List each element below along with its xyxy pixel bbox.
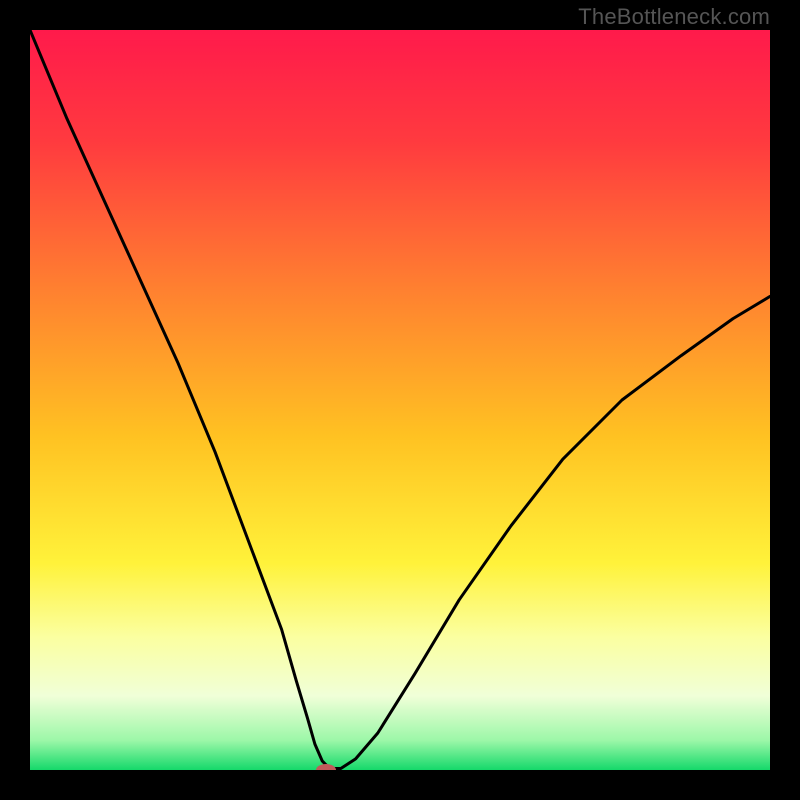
plot-area	[30, 30, 770, 770]
chart-svg	[30, 30, 770, 770]
watermark-text: TheBottleneck.com	[578, 4, 770, 30]
chart-frame: TheBottleneck.com	[0, 0, 800, 800]
gradient-background	[30, 30, 770, 770]
